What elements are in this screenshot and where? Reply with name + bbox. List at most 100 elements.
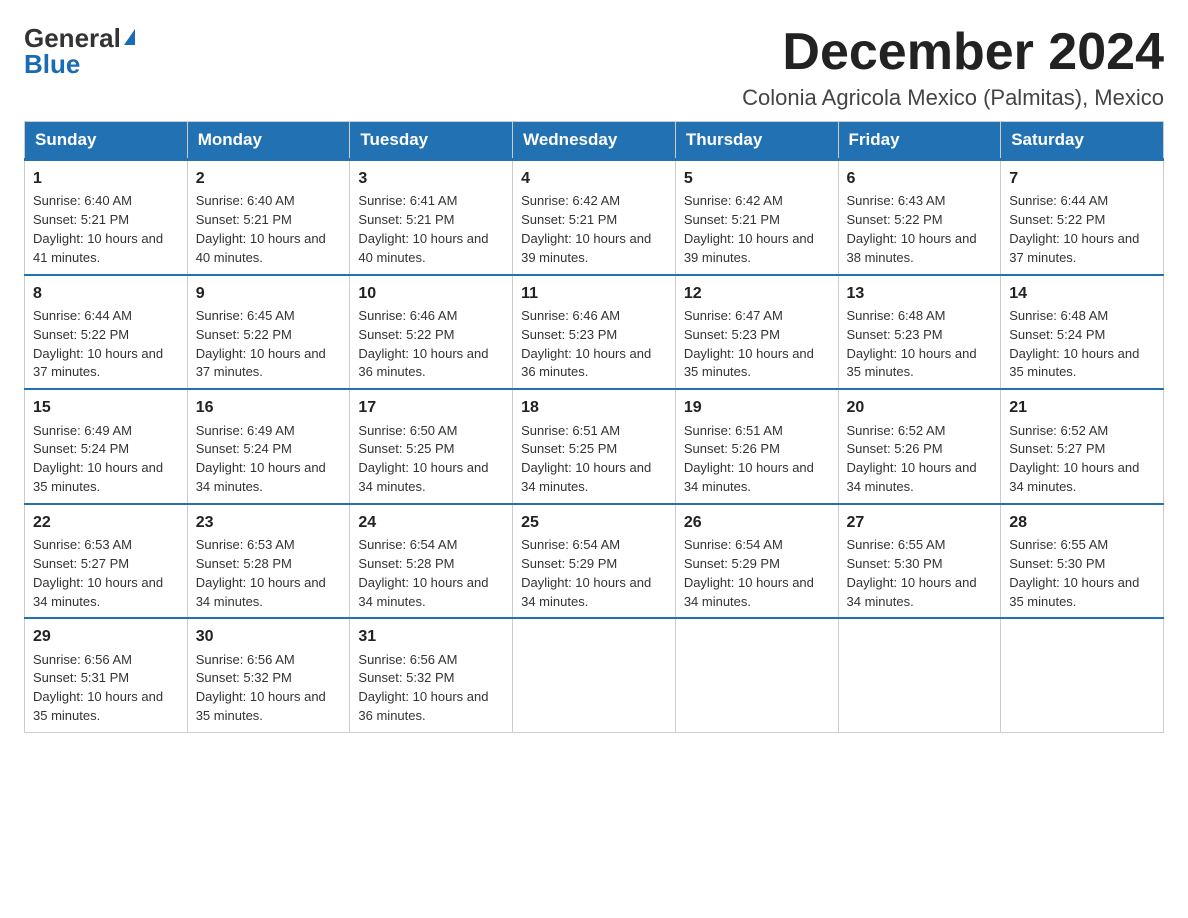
calendar-day-cell: 5Sunrise: 6:42 AMSunset: 5:21 PMDaylight… [675,160,838,275]
day-number: 13 [847,282,993,305]
daylight-text: Daylight: 10 hours and 35 minutes. [196,688,342,726]
day-number: 2 [196,167,342,190]
day-number: 24 [358,511,504,534]
calendar-day-cell: 28Sunrise: 6:55 AMSunset: 5:30 PMDayligh… [1001,504,1164,619]
col-header-saturday: Saturday [1001,122,1164,160]
sunset-text: Sunset: 5:24 PM [196,440,342,459]
sunset-text: Sunset: 5:21 PM [196,211,342,230]
calendar-week-row: 29Sunrise: 6:56 AMSunset: 5:31 PMDayligh… [25,618,1164,732]
daylight-text: Daylight: 10 hours and 40 minutes. [358,230,504,268]
daylight-text: Daylight: 10 hours and 34 minutes. [847,459,993,497]
calendar-day-cell: 22Sunrise: 6:53 AMSunset: 5:27 PMDayligh… [25,504,188,619]
daylight-text: Daylight: 10 hours and 38 minutes. [847,230,993,268]
daylight-text: Daylight: 10 hours and 34 minutes. [1009,459,1155,497]
calendar-day-cell: 19Sunrise: 6:51 AMSunset: 5:26 PMDayligh… [675,389,838,504]
logo: General Blue [24,24,135,80]
col-header-sunday: Sunday [25,122,188,160]
daylight-text: Daylight: 10 hours and 39 minutes. [684,230,830,268]
calendar-day-cell: 11Sunrise: 6:46 AMSunset: 5:23 PMDayligh… [513,275,676,390]
title-block: December 2024 Colonia Agricola Mexico (P… [742,24,1164,111]
sunset-text: Sunset: 5:28 PM [358,555,504,574]
calendar-day-cell [513,618,676,732]
daylight-text: Daylight: 10 hours and 37 minutes. [33,345,179,383]
sunrise-text: Sunrise: 6:48 AM [847,307,993,326]
calendar-day-cell: 12Sunrise: 6:47 AMSunset: 5:23 PMDayligh… [675,275,838,390]
sunrise-text: Sunrise: 6:56 AM [33,651,179,670]
sunrise-text: Sunrise: 6:54 AM [521,536,667,555]
day-number: 5 [684,167,830,190]
sunset-text: Sunset: 5:22 PM [196,326,342,345]
sunrise-text: Sunrise: 6:55 AM [1009,536,1155,555]
sunset-text: Sunset: 5:25 PM [358,440,504,459]
daylight-text: Daylight: 10 hours and 34 minutes. [358,574,504,612]
sunset-text: Sunset: 5:22 PM [33,326,179,345]
sunset-text: Sunset: 5:27 PM [1009,440,1155,459]
day-number: 15 [33,396,179,419]
daylight-text: Daylight: 10 hours and 35 minutes. [1009,345,1155,383]
sunset-text: Sunset: 5:26 PM [847,440,993,459]
calendar-day-cell: 18Sunrise: 6:51 AMSunset: 5:25 PMDayligh… [513,389,676,504]
day-number: 8 [33,282,179,305]
daylight-text: Daylight: 10 hours and 40 minutes. [196,230,342,268]
calendar-day-cell: 9Sunrise: 6:45 AMSunset: 5:22 PMDaylight… [187,275,350,390]
sunrise-text: Sunrise: 6:54 AM [684,536,830,555]
daylight-text: Daylight: 10 hours and 34 minutes. [684,459,830,497]
calendar-day-cell: 4Sunrise: 6:42 AMSunset: 5:21 PMDaylight… [513,160,676,275]
day-number: 14 [1009,282,1155,305]
calendar-day-cell: 23Sunrise: 6:53 AMSunset: 5:28 PMDayligh… [187,504,350,619]
location-title: Colonia Agricola Mexico (Palmitas), Mexi… [742,85,1164,111]
col-header-friday: Friday [838,122,1001,160]
sunset-text: Sunset: 5:21 PM [358,211,504,230]
calendar-week-row: 15Sunrise: 6:49 AMSunset: 5:24 PMDayligh… [25,389,1164,504]
sunrise-text: Sunrise: 6:56 AM [196,651,342,670]
daylight-text: Daylight: 10 hours and 34 minutes. [33,574,179,612]
sunrise-text: Sunrise: 6:44 AM [1009,192,1155,211]
sunrise-text: Sunrise: 6:49 AM [196,422,342,441]
sunset-text: Sunset: 5:22 PM [847,211,993,230]
sunrise-text: Sunrise: 6:40 AM [33,192,179,211]
sunrise-text: Sunrise: 6:55 AM [847,536,993,555]
sunset-text: Sunset: 5:23 PM [847,326,993,345]
daylight-text: Daylight: 10 hours and 34 minutes. [521,574,667,612]
day-number: 23 [196,511,342,534]
calendar-day-cell: 24Sunrise: 6:54 AMSunset: 5:28 PMDayligh… [350,504,513,619]
calendar-week-row: 22Sunrise: 6:53 AMSunset: 5:27 PMDayligh… [25,504,1164,619]
day-number: 6 [847,167,993,190]
day-number: 16 [196,396,342,419]
sunset-text: Sunset: 5:22 PM [358,326,504,345]
day-number: 25 [521,511,667,534]
daylight-text: Daylight: 10 hours and 36 minutes. [358,688,504,726]
daylight-text: Daylight: 10 hours and 36 minutes. [521,345,667,383]
daylight-text: Daylight: 10 hours and 34 minutes. [196,574,342,612]
calendar-day-cell: 31Sunrise: 6:56 AMSunset: 5:32 PMDayligh… [350,618,513,732]
day-number: 21 [1009,396,1155,419]
sunset-text: Sunset: 5:27 PM [33,555,179,574]
sunrise-text: Sunrise: 6:51 AM [684,422,830,441]
sunrise-text: Sunrise: 6:45 AM [196,307,342,326]
sunset-text: Sunset: 5:31 PM [33,669,179,688]
sunrise-text: Sunrise: 6:49 AM [33,422,179,441]
daylight-text: Daylight: 10 hours and 34 minutes. [196,459,342,497]
col-header-monday: Monday [187,122,350,160]
day-number: 3 [358,167,504,190]
calendar-day-cell: 7Sunrise: 6:44 AMSunset: 5:22 PMDaylight… [1001,160,1164,275]
calendar-day-cell: 26Sunrise: 6:54 AMSunset: 5:29 PMDayligh… [675,504,838,619]
calendar-table: SundayMondayTuesdayWednesdayThursdayFrid… [24,121,1164,733]
logo-triangle-icon [124,29,135,45]
daylight-text: Daylight: 10 hours and 35 minutes. [33,459,179,497]
daylight-text: Daylight: 10 hours and 35 minutes. [1009,574,1155,612]
calendar-day-cell: 21 Sunrise: 6:52 AMSunset: 5:27 PMDayligh… [1001,389,1164,504]
sunrise-text: Sunrise: 6:52 AM [1009,422,1155,441]
daylight-text: Daylight: 10 hours and 37 minutes. [196,345,342,383]
daylight-text: Daylight: 10 hours and 39 minutes. [521,230,667,268]
col-header-wednesday: Wednesday [513,122,676,160]
sunset-text: Sunset: 5:26 PM [684,440,830,459]
sunset-text: Sunset: 5:30 PM [847,555,993,574]
day-number: 28 [1009,511,1155,534]
sunset-text: Sunset: 5:28 PM [196,555,342,574]
daylight-text: Daylight: 10 hours and 34 minutes. [358,459,504,497]
sunset-text: Sunset: 5:23 PM [521,326,667,345]
sunrise-text: Sunrise: 6:50 AM [358,422,504,441]
sunset-text: Sunset: 5:29 PM [521,555,667,574]
sunrise-text: Sunrise: 6:44 AM [33,307,179,326]
